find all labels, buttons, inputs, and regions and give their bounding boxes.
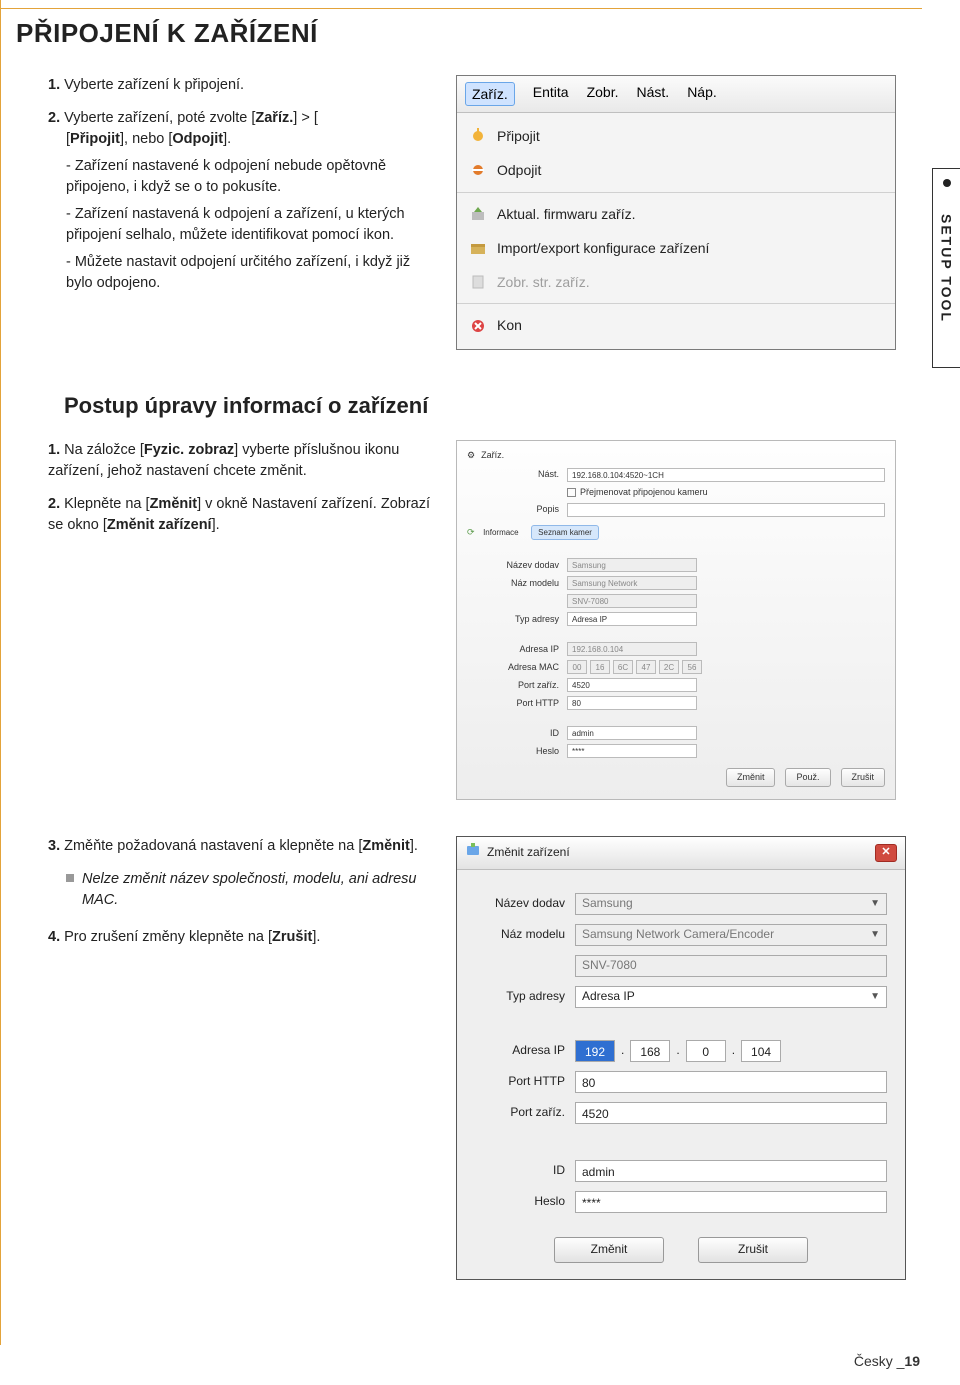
dialog-icon: [465, 842, 481, 863]
change-button[interactable]: Změnit: [726, 768, 776, 787]
port-device-field[interactable]: 4520: [575, 1102, 887, 1124]
menu-help[interactable]: Náp.: [687, 82, 717, 106]
address-type-select[interactable]: Adresa IP: [567, 612, 697, 626]
ip-address-field[interactable]: 192. 168. 0. 104: [575, 1040, 781, 1062]
menu-device[interactable]: Zaříz.: [465, 82, 515, 106]
chevron-down-icon: ▼: [870, 990, 880, 1005]
dialog-close-button[interactable]: ✕: [875, 844, 897, 862]
settings-panel: ⚙ Zaříz. Nást. 192.168.0.104:4520~1CH Př…: [456, 440, 896, 801]
dialog-change-button[interactable]: Změnit: [554, 1237, 664, 1263]
step-2: 2.Vyberte zařízení, poté zvolte [Zaříz.]…: [48, 108, 438, 294]
firmware-icon: [469, 205, 487, 223]
plug-icon: [469, 127, 487, 145]
menu-screenshot: Zaříz. Entita Zobr. Nást. Náp. Připojit: [456, 75, 896, 350]
dropdown-menu: Připojit Odpojit: [457, 113, 895, 349]
side-tab: SETUP TOOL: [932, 168, 960, 368]
model-code: SNV-7080: [575, 955, 887, 977]
chevron-down-icon: ▼: [870, 897, 880, 912]
step-c4: 4.Pro zrušení změny klepněte na [Zrušit]…: [48, 927, 438, 948]
name-field[interactable]: 192.168.0.104:4520~1CH: [567, 468, 885, 482]
page-icon: [469, 273, 487, 291]
id-field[interactable]: admin: [575, 1160, 887, 1182]
page-title: PŘIPOJENÍ K ZAŘÍZENÍ: [16, 15, 932, 53]
desc-field[interactable]: [567, 503, 885, 517]
page-footer: Česky _19: [854, 1351, 920, 1371]
model-select: Samsung Network Camera/Encoder▼: [575, 924, 887, 946]
menu-item-showpage: Zobr. str. zaříz.: [457, 265, 895, 299]
tab-camera-list[interactable]: Seznam kamer: [531, 525, 599, 541]
menu-tools[interactable]: Nást.: [637, 82, 670, 106]
id-field[interactable]: admin: [567, 726, 697, 740]
section-title: Postup úpravy informací o zařízení: [64, 390, 932, 422]
rename-checkbox[interactable]: [567, 488, 576, 497]
menu-item-disconnect[interactable]: Odpojit: [457, 153, 895, 187]
port-device-field[interactable]: 4520: [567, 678, 697, 692]
close-icon: [469, 317, 487, 335]
pw-field[interactable]: ****: [567, 744, 697, 758]
dialog-cancel-button[interactable]: Zrušit: [698, 1237, 808, 1263]
tab-info[interactable]: Informace: [477, 526, 525, 540]
unplug-icon: [469, 161, 487, 179]
apply-button[interactable]: Použ.: [785, 768, 830, 787]
change-device-dialog: Změnit zařízení ✕ Název dodav Samsung▼ N…: [456, 836, 906, 1279]
dialog-title: Změnit zařízení: [487, 844, 570, 861]
menu-item-connect[interactable]: Připojit: [457, 119, 895, 153]
note: Nelze změnit název společnosti, modelu, …: [66, 869, 438, 911]
import-export-icon: [469, 239, 487, 257]
vendor-select: Samsung▼: [575, 893, 887, 915]
chevron-down-icon: ▼: [870, 928, 880, 943]
step-b2: 2.Klepněte na [Změnit] v okně Nastavení …: [48, 494, 438, 536]
menu-item-importexport[interactable]: Import/export konfigurace zařízení: [457, 231, 895, 265]
menu-item-firmware[interactable]: Aktual. firmwaru zaříz.: [457, 197, 895, 231]
port-http-field[interactable]: 80: [567, 696, 697, 710]
menu-entity[interactable]: Entita: [533, 82, 569, 106]
step-1: 1.Vyberte zařízení k připojení.: [48, 75, 438, 96]
menu-view[interactable]: Zobr.: [587, 82, 619, 106]
port-http-field[interactable]: 80: [575, 1071, 887, 1093]
address-type-select[interactable]: Adresa IP▼: [575, 986, 887, 1008]
pw-field[interactable]: ****: [575, 1191, 887, 1213]
menu-item-end[interactable]: Kon: [457, 308, 895, 342]
menubar: Zaříz. Entita Zobr. Nást. Náp.: [457, 76, 895, 113]
cancel-button[interactable]: Zrušit: [841, 768, 886, 787]
step-b1: 1.Na záložce [Fyzic. zobraz] vyberte pří…: [48, 440, 438, 482]
step-c3: 3.Změňte požadovaná nastavení a klepněte…: [48, 836, 438, 857]
